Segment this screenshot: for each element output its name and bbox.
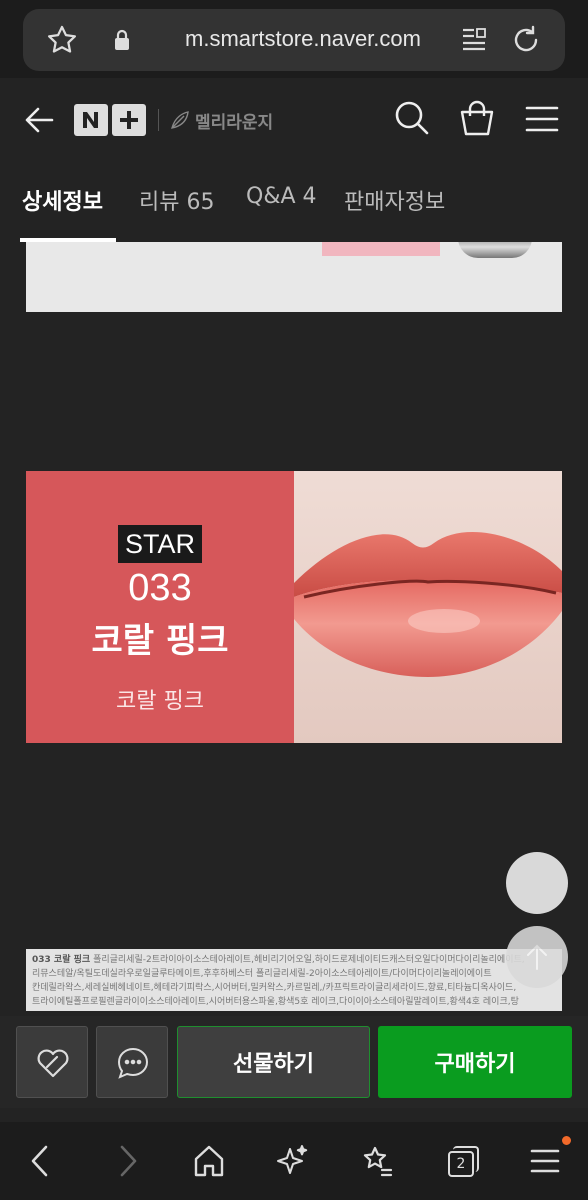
- store-name: 멜리라운지: [195, 112, 274, 133]
- ingredients-line: 033 코랄 핑크 폴리글리세릴-2트라이아이소스테아레이트,헤비리기어오일,하…: [32, 953, 556, 967]
- star-badge: STAR: [118, 525, 202, 563]
- browser-forward-icon[interactable]: [110, 1142, 144, 1180]
- shade-code: 033: [128, 567, 192, 609]
- browser-back-icon[interactable]: [24, 1142, 58, 1180]
- product-tabs: 상세정보 리뷰 65 Q&A 4 판매자정보: [0, 168, 588, 242]
- url-text[interactable]: m.smartstore.naver.com: [153, 26, 453, 52]
- ingredients-line: 칸데릴라왁스,세레실베헤네이트,헤테라기피락스,시어버터,밀커왁스,카르밀레,/…: [32, 983, 517, 993]
- shade-name: 코랄 핑크: [91, 621, 229, 661]
- ingredients-line: 트라이에틸폴프로필렌글라이이소스테아레이트,시어버터용스파울,황색5호 레이크,…: [32, 997, 519, 1007]
- browser-toolbar: m.smartstore.naver.com: [0, 0, 588, 78]
- naver-plus-logo[interactable]: [74, 104, 146, 136]
- home-icon[interactable]: [192, 1142, 226, 1180]
- heart-icon: [37, 1049, 69, 1078]
- tab-seller-info[interactable]: 판매자정보: [344, 184, 445, 216]
- wishlist-button[interactable]: [16, 1026, 88, 1098]
- lipstick-case-metal: [458, 242, 532, 258]
- floating-action-button[interactable]: [506, 852, 568, 914]
- shade-banner: STAR 033 코랄 핑크 코랄 핑크: [26, 471, 562, 743]
- store-logo[interactable]: 멜리라운지: [158, 102, 273, 138]
- reload-icon[interactable]: [509, 23, 543, 57]
- ingredients-line: 리뮤스테알/옥틸도데실라우로일글루타메이트,후후하베스터 폴리글리세릴-2아이소…: [32, 969, 492, 979]
- browser-bottom-nav: 2: [0, 1122, 588, 1200]
- browser-menu-icon[interactable]: [528, 1142, 562, 1180]
- tab-count-button[interactable]: 2: [448, 1151, 474, 1177]
- tab-reviews[interactable]: 리뷰 65: [139, 184, 214, 216]
- back-arrow-icon[interactable]: [22, 102, 58, 138]
- chat-bubble-icon: [117, 1047, 149, 1079]
- lipstick-case-pink: [322, 242, 440, 256]
- leaf-icon: [171, 111, 189, 129]
- shade-color-panel: STAR 033 코랄 핑크 코랄 핑크: [26, 471, 294, 743]
- lock-icon: [115, 29, 129, 50]
- lip-swatch-photo: [294, 471, 562, 743]
- address-bar[interactable]: m.smartstore.naver.com: [23, 9, 565, 71]
- search-icon[interactable]: [394, 100, 430, 138]
- notification-dot: [562, 1136, 571, 1145]
- scroll-to-top-button[interactable]: [506, 926, 568, 988]
- tab-qna[interactable]: Q&A 4: [246, 184, 317, 209]
- hamburger-menu-icon[interactable]: [524, 104, 560, 134]
- bookmark-star-icon[interactable]: [45, 23, 79, 57]
- shade-subtitle: 코랄 핑크: [116, 689, 204, 714]
- lips-image: [294, 471, 562, 743]
- product-image-top: [26, 242, 562, 312]
- gift-button[interactable]: 선물하기: [177, 1026, 370, 1098]
- reader-mode-icon[interactable]: [460, 26, 488, 54]
- screen: m.smartstore.naver.com 멜리라운지 상세정보 리뷰 65 …: [0, 0, 588, 1200]
- bookmarks-icon[interactable]: [360, 1142, 394, 1180]
- sparkle-icon[interactable]: [276, 1142, 310, 1180]
- purchase-bar: 선물하기 구매하기: [0, 1016, 588, 1108]
- ingredients-list: 033 코랄 핑크 폴리글리세릴-2트라이아이소스테아레이트,헤비리기어오일,하…: [26, 949, 562, 1011]
- talk-talk-button[interactable]: [96, 1026, 168, 1098]
- shopping-bag-icon[interactable]: [458, 100, 496, 138]
- divider: [158, 109, 159, 131]
- ingredients-text: 폴리글리세릴-2트라이아이소스테아레이트,헤비리기어오일,하이드로제네이티드캐스…: [93, 955, 525, 965]
- ingredients-heading: 033 코랄 핑크: [32, 955, 91, 965]
- arrow-up-icon: [527, 944, 547, 970]
- store-header: 멜리라운지: [0, 78, 588, 168]
- buy-now-button[interactable]: 구매하기: [378, 1026, 572, 1098]
- tab-details[interactable]: 상세정보: [22, 184, 103, 216]
